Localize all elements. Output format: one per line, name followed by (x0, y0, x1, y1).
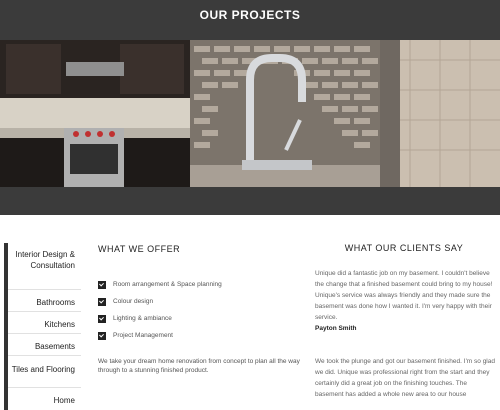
sidebar-item-label: Basements (34, 342, 75, 351)
sidebar-item-bathrooms[interactable]: Bathrooms (8, 290, 81, 312)
sidebar-item-label: Tiles and Flooring (11, 365, 75, 374)
offer-item: Colour design (98, 293, 288, 310)
testimonial: We took the plunge and got our basement … (315, 356, 495, 400)
checkbox-icon (98, 314, 106, 323)
project-photo-faucet[interactable] (190, 40, 380, 187)
sidebar-item-basements[interactable]: Basements (8, 334, 81, 356)
testimonial-author: Payton Smith (315, 325, 357, 332)
testimonial-text: We took the plunge and got our basement … (315, 358, 495, 398)
sidebar-item-label: Interior Design & Consultation (15, 250, 75, 270)
project-photo-kitchen[interactable] (0, 40, 190, 187)
sidebar-item-label: Bathrooms (36, 298, 75, 307)
sidebar-item-label: Kitchens (44, 320, 75, 329)
offer-list: Room arrangement & Space planning Colour… (98, 276, 288, 344)
sidebar-item-tiles-flooring[interactable]: Tiles and Flooring (8, 356, 81, 388)
sidebar-item-kitchens[interactable]: Kitchens (8, 312, 81, 334)
offer-item-label: Colour design (113, 298, 154, 305)
services-sidebar: Interior Design & Consultation Bathrooms… (4, 243, 81, 410)
offer-item-label: Lighting & ambiance (113, 315, 172, 322)
project-gallery (0, 40, 500, 187)
offer-item: Lighting & ambiance (98, 310, 288, 327)
offer-item: Room arrangement & Space planning (98, 276, 288, 293)
offer-item-label: Room arrangement & Space planning (113, 281, 222, 288)
projects-band: OUR PROJECTS (0, 0, 500, 215)
sidebar-item-label: Home (53, 396, 75, 405)
offer-item: Project Management (98, 327, 288, 344)
clients-heading: WHAT OUR CLIENTS SAY (344, 243, 464, 253)
testimonial-text: Unique did a fantastic job on my basemen… (315, 270, 493, 321)
page-title: OUR PROJECTS (199, 8, 301, 22)
project-photo-tiles[interactable] (380, 40, 500, 187)
offer-paragraph: We take your dream home renovation from … (98, 358, 300, 374)
checkbox-icon (98, 280, 106, 289)
testimonial: Unique did a fantastic job on my basemen… (315, 268, 495, 334)
sidebar-item-interior-design[interactable]: Interior Design & Consultation (8, 243, 81, 290)
offer-item-label: Project Management (113, 332, 173, 339)
offer-heading: WHAT WE OFFER (98, 244, 181, 254)
sidebar-item-home[interactable]: Home (8, 388, 81, 410)
checkbox-icon (98, 297, 106, 306)
checkbox-icon (98, 331, 106, 340)
